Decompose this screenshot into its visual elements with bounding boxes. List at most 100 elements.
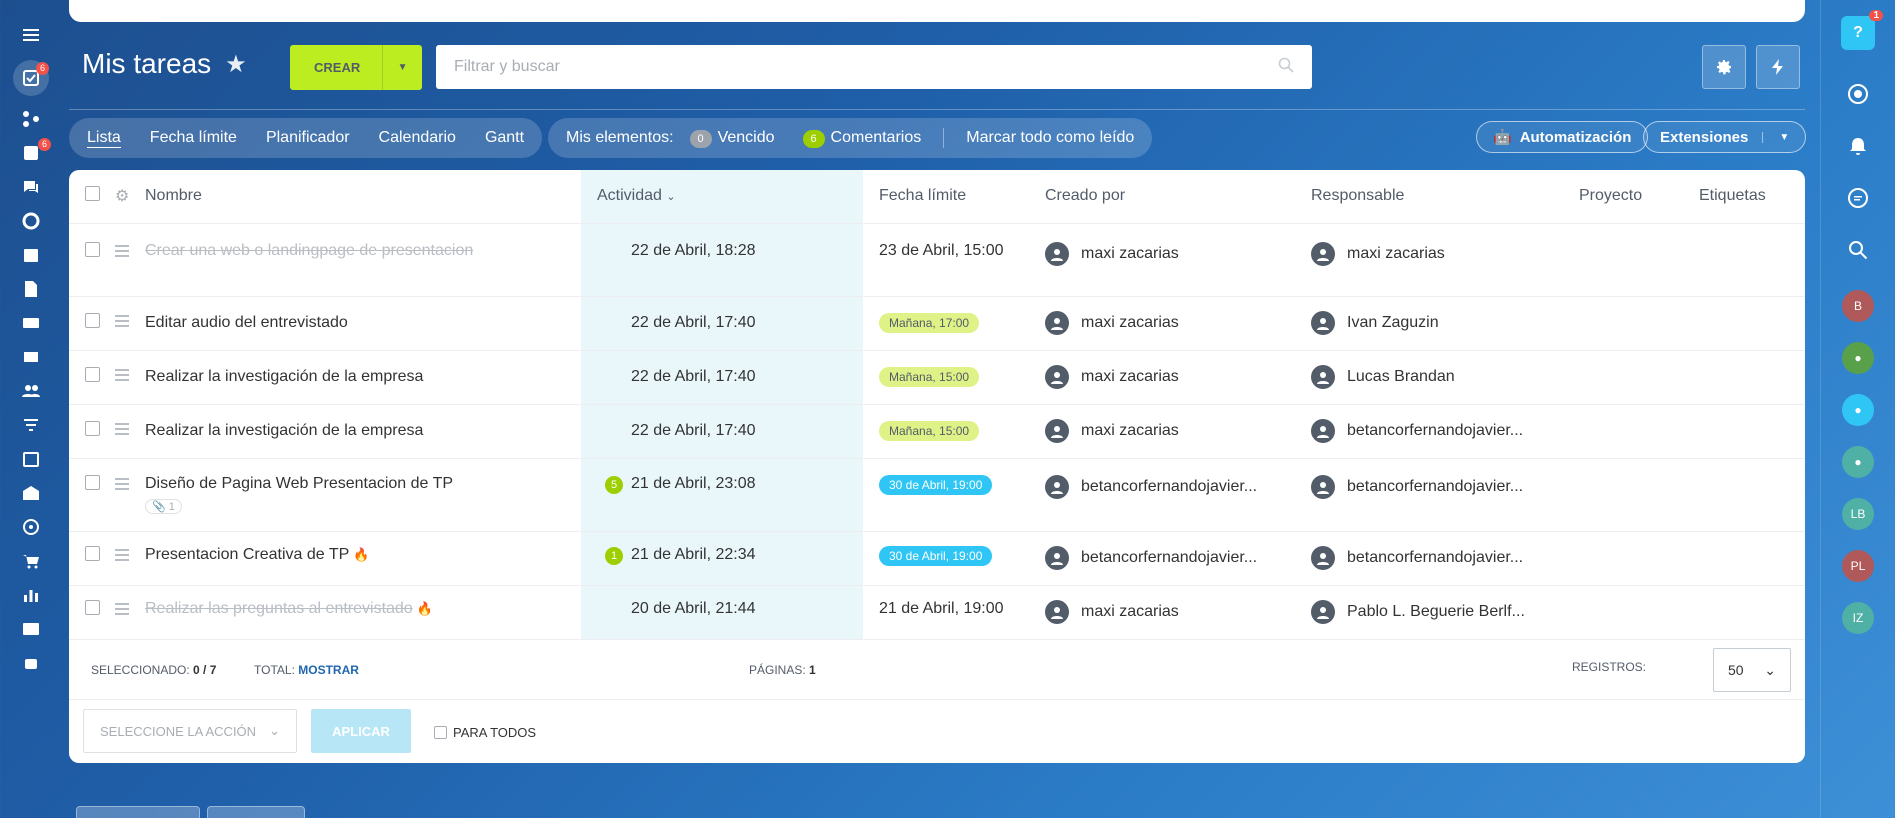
column-fecha-limite[interactable]: Fecha límite (863, 170, 1029, 224)
contact-avatar[interactable]: ● (1842, 446, 1874, 478)
creator-name[interactable]: maxi zacarias (1081, 245, 1179, 262)
tab-fecha-limite[interactable]: Fecha límite (150, 129, 237, 147)
star-icon[interactable]: ★ (225, 50, 247, 79)
deadline-tag[interactable]: Mañana, 15:00 (879, 421, 980, 441)
search-icon[interactable] (1838, 230, 1878, 270)
deadline-tag[interactable]: 30 de Abril, 19:00 (879, 545, 993, 566)
responsible-name[interactable]: Lucas Brandan (1347, 368, 1455, 385)
robots-button[interactable] (1756, 45, 1800, 89)
row-checkbox[interactable] (85, 545, 100, 561)
search-icon[interactable] (1278, 57, 1294, 78)
contacts-icon[interactable] (11, 374, 51, 408)
drag-handle-icon[interactable] (115, 600, 129, 618)
drive-icon[interactable] (11, 204, 51, 238)
drag-handle-icon[interactable] (115, 242, 129, 260)
cart-icon[interactable] (11, 544, 51, 578)
inbox-icon[interactable] (11, 306, 51, 340)
overdue-filter[interactable]: 0 Vencido (689, 129, 775, 148)
deadline-tag[interactable]: 30 de Abril, 19:00 (879, 474, 993, 495)
task-title-link[interactable]: Crear una web o landingpage de presentac… (145, 242, 473, 259)
search-box[interactable] (436, 45, 1312, 89)
tasks-icon[interactable]: 6 (13, 60, 49, 96)
tab-planificador[interactable]: Planificador (266, 129, 350, 147)
mark-all-read-link[interactable]: Marcar todo como leído (966, 129, 1134, 147)
table-row[interactable]: Crear una web o landingpage de presentac… (69, 223, 1805, 297)
help-button[interactable]: ? 1 (1841, 10, 1883, 50)
analytics-icon[interactable] (11, 578, 51, 612)
column-nombre[interactable]: Nombre (145, 170, 581, 224)
creator-name[interactable]: betancorfernandojavier... (1081, 549, 1257, 566)
gear-icon[interactable]: ⚙ (115, 188, 129, 205)
create-dropdown-icon[interactable]: ▼ (383, 62, 422, 73)
table-row[interactable]: Realizar la investigación de la empresa … (69, 404, 1805, 459)
creator-name[interactable]: maxi zacarias (1081, 603, 1179, 620)
bell-icon[interactable] (1838, 126, 1878, 166)
row-checkbox[interactable] (85, 599, 100, 615)
responsible-name[interactable]: betancorfernandojavier... (1347, 478, 1523, 495)
planner-icon[interactable] (11, 442, 51, 476)
task-title-link[interactable]: Diseño de Pagina Web Presentacion de TP (145, 475, 453, 492)
contact-avatar[interactable]: IZ (1842, 602, 1874, 634)
creator-name[interactable]: maxi zacarias (1081, 314, 1179, 331)
automation-button[interactable]: 🤖 Automatización (1476, 121, 1649, 153)
tab-lista[interactable]: Lista (87, 129, 121, 148)
row-checkbox[interactable] (85, 313, 100, 328)
task-title-link[interactable]: Editar audio del entrevistado (145, 314, 348, 331)
apply-button[interactable]: APLICAR (311, 709, 411, 753)
filter-icon[interactable] (11, 408, 51, 442)
drag-handle-icon[interactable] (115, 546, 129, 564)
column-proyecto[interactable]: Proyecto (1563, 170, 1683, 224)
contact-avatar[interactable]: B (1842, 290, 1874, 322)
task-title-link[interactable]: Realizar las preguntas al entrevistado (145, 600, 413, 617)
for-all-checkbox[interactable] (434, 726, 447, 739)
column-creado-por[interactable]: Creado por (1029, 170, 1295, 224)
table-row[interactable]: Diseño de Pagina Web Presentacion de TP 📎… (69, 458, 1805, 532)
column-actividad[interactable]: Actividad ⌄ (581, 170, 863, 224)
row-checkbox[interactable] (85, 367, 100, 382)
feed-icon[interactable]: 6 (11, 136, 51, 170)
action-select[interactable]: SELECCIONE LA ACCIÓN ⌄ (83, 709, 297, 753)
row-checkbox[interactable] (85, 421, 100, 436)
id-card-icon[interactable] (11, 612, 51, 646)
row-checkbox[interactable] (85, 241, 100, 257)
messages-icon[interactable] (1838, 178, 1878, 218)
activity-stream-icon[interactable] (1838, 74, 1878, 114)
documents-icon[interactable] (11, 272, 51, 306)
creator-name[interactable]: maxi zacarias (1081, 422, 1179, 439)
task-title-link[interactable]: Presentacion Creativa de TP (145, 546, 349, 563)
chat-icon[interactable] (11, 170, 51, 204)
responsible-name[interactable]: Pablo L. Beguerie Berlf... (1347, 603, 1525, 620)
responsible-name[interactable]: betancorfernandojavier... (1347, 549, 1523, 566)
calendar-icon[interactable] (11, 238, 51, 272)
column-etiquetas[interactable]: Etiquetas (1683, 170, 1805, 224)
robot-icon[interactable] (11, 646, 51, 680)
deadline-tag[interactable]: Mañana, 15:00 (879, 367, 980, 387)
contact-avatar[interactable]: ● (1842, 342, 1874, 374)
drag-handle-icon[interactable] (115, 312, 129, 330)
company-icon[interactable] (11, 476, 51, 510)
table-row[interactable]: Realizar las preguntas al entrevistado 🔥 … (69, 585, 1805, 640)
creator-name[interactable]: betancorfernandojavier... (1081, 478, 1257, 495)
deadline-text[interactable]: 23 de Abril, 15:00 (879, 242, 1004, 259)
drag-handle-icon[interactable] (115, 475, 129, 493)
mail-icon[interactable] (11, 340, 51, 374)
deadline-text[interactable]: 21 de Abril, 19:00 (879, 600, 1004, 617)
contact-avatar[interactable]: PL (1842, 550, 1874, 582)
records-select[interactable]: 50 ⌄ (1713, 648, 1791, 692)
tab-calendario[interactable]: Calendario (379, 129, 456, 147)
target-icon[interactable] (11, 510, 51, 544)
column-responsable[interactable]: Responsable (1295, 170, 1563, 224)
contact-avatar[interactable]: LB (1842, 498, 1874, 530)
create-button[interactable]: CREAR ▼ (290, 45, 422, 90)
responsible-name[interactable]: Ivan Zaguzin (1347, 314, 1439, 331)
drag-handle-icon[interactable] (115, 420, 129, 438)
table-row[interactable]: Editar audio del entrevistado 22 de Abri… (69, 296, 1805, 351)
bottom-tab[interactable] (207, 806, 305, 818)
contact-avatar[interactable]: ● (1842, 394, 1874, 426)
bottom-tab[interactable] (76, 806, 200, 818)
task-title-link[interactable]: Realizar la investigación de la empresa (145, 368, 423, 385)
network-icon[interactable] (11, 102, 51, 136)
tab-gantt[interactable]: Gantt (485, 129, 524, 147)
for-all-option[interactable]: PARA TODOS (434, 725, 536, 740)
search-input[interactable] (454, 58, 1210, 76)
